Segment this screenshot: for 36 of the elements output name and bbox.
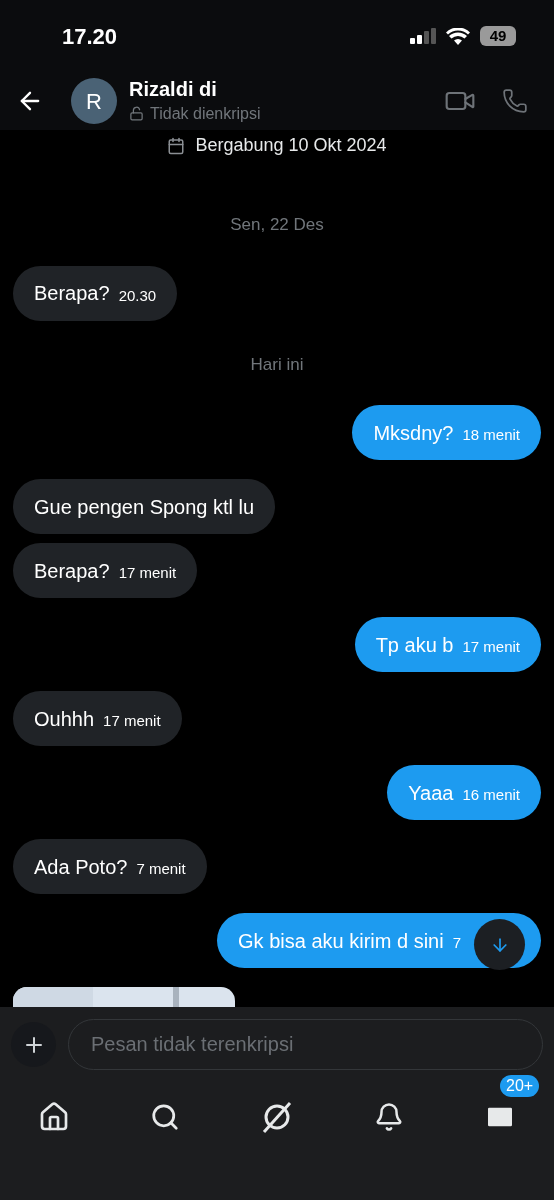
add-button[interactable]	[11, 1022, 56, 1067]
message-time: 17 menit	[103, 711, 161, 732]
message-text: Berapa?	[34, 558, 110, 584]
notifications-icon[interactable]	[374, 1102, 404, 1132]
message-text: Ada Poto?	[34, 854, 128, 880]
calendar-icon	[167, 136, 186, 155]
signal-icon	[410, 28, 436, 44]
message-time: 7 menit	[136, 859, 186, 880]
message-time: 16 menit	[462, 785, 520, 806]
message-input[interactable]: Pesan tidak terenkripsi	[68, 1019, 543, 1070]
unread-badge: 20+	[500, 1075, 540, 1097]
status-time: 17.20	[62, 22, 118, 51]
joined-date: Bergabung 10 Okt 2024	[195, 134, 387, 157]
unlock-icon	[129, 106, 144, 121]
contact-name[interactable]: Rizaldi di	[129, 76, 444, 102]
search-icon[interactable]	[150, 1102, 180, 1132]
message-time: 7	[452, 933, 461, 954]
message-time: 20.30	[118, 285, 157, 306]
date-separator: Hari ini	[250, 353, 304, 376]
date-separator: Sen, 22 Des	[230, 214, 324, 236]
encryption-status: Tidak dienkripsi	[150, 103, 261, 124]
message-text: Yaaa	[408, 780, 454, 806]
message-text: Gue pengen Spong ktl lu	[34, 494, 255, 520]
home-icon[interactable]	[38, 1101, 70, 1133]
wifi-icon	[446, 27, 470, 45]
message-time: 18 menit	[462, 425, 520, 446]
message-text: Tp aku b	[375, 632, 454, 658]
avatar[interactable]: R	[71, 78, 117, 124]
message-text: Gk bisa aku kirim d sini	[238, 928, 444, 954]
battery-level: 49	[489, 25, 507, 46]
phone-icon[interactable]	[502, 88, 528, 114]
message-time: 17 menit	[462, 637, 520, 658]
message-time: 17 menit	[118, 563, 177, 584]
message-text: Mksdny?	[373, 420, 454, 446]
message-text: Berapa?	[34, 281, 110, 306]
message-text: Ouhhh	[34, 706, 95, 732]
